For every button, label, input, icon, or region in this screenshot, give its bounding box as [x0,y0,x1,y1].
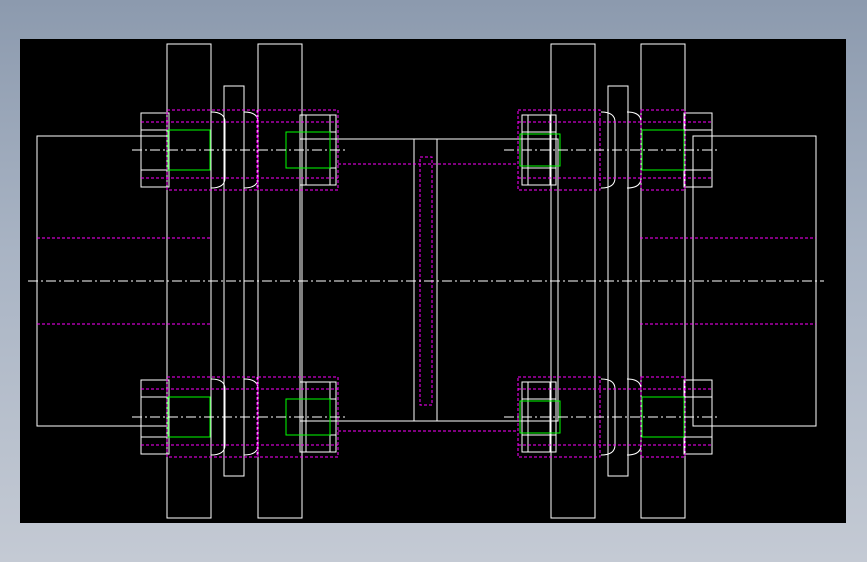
spacer-tube [299,138,559,422]
thread-lines [167,129,685,438]
coupling-drawing [28,43,824,519]
hidden-lines [37,109,816,458]
cad-viewport[interactable] [20,39,846,523]
center-lines [28,149,824,418]
